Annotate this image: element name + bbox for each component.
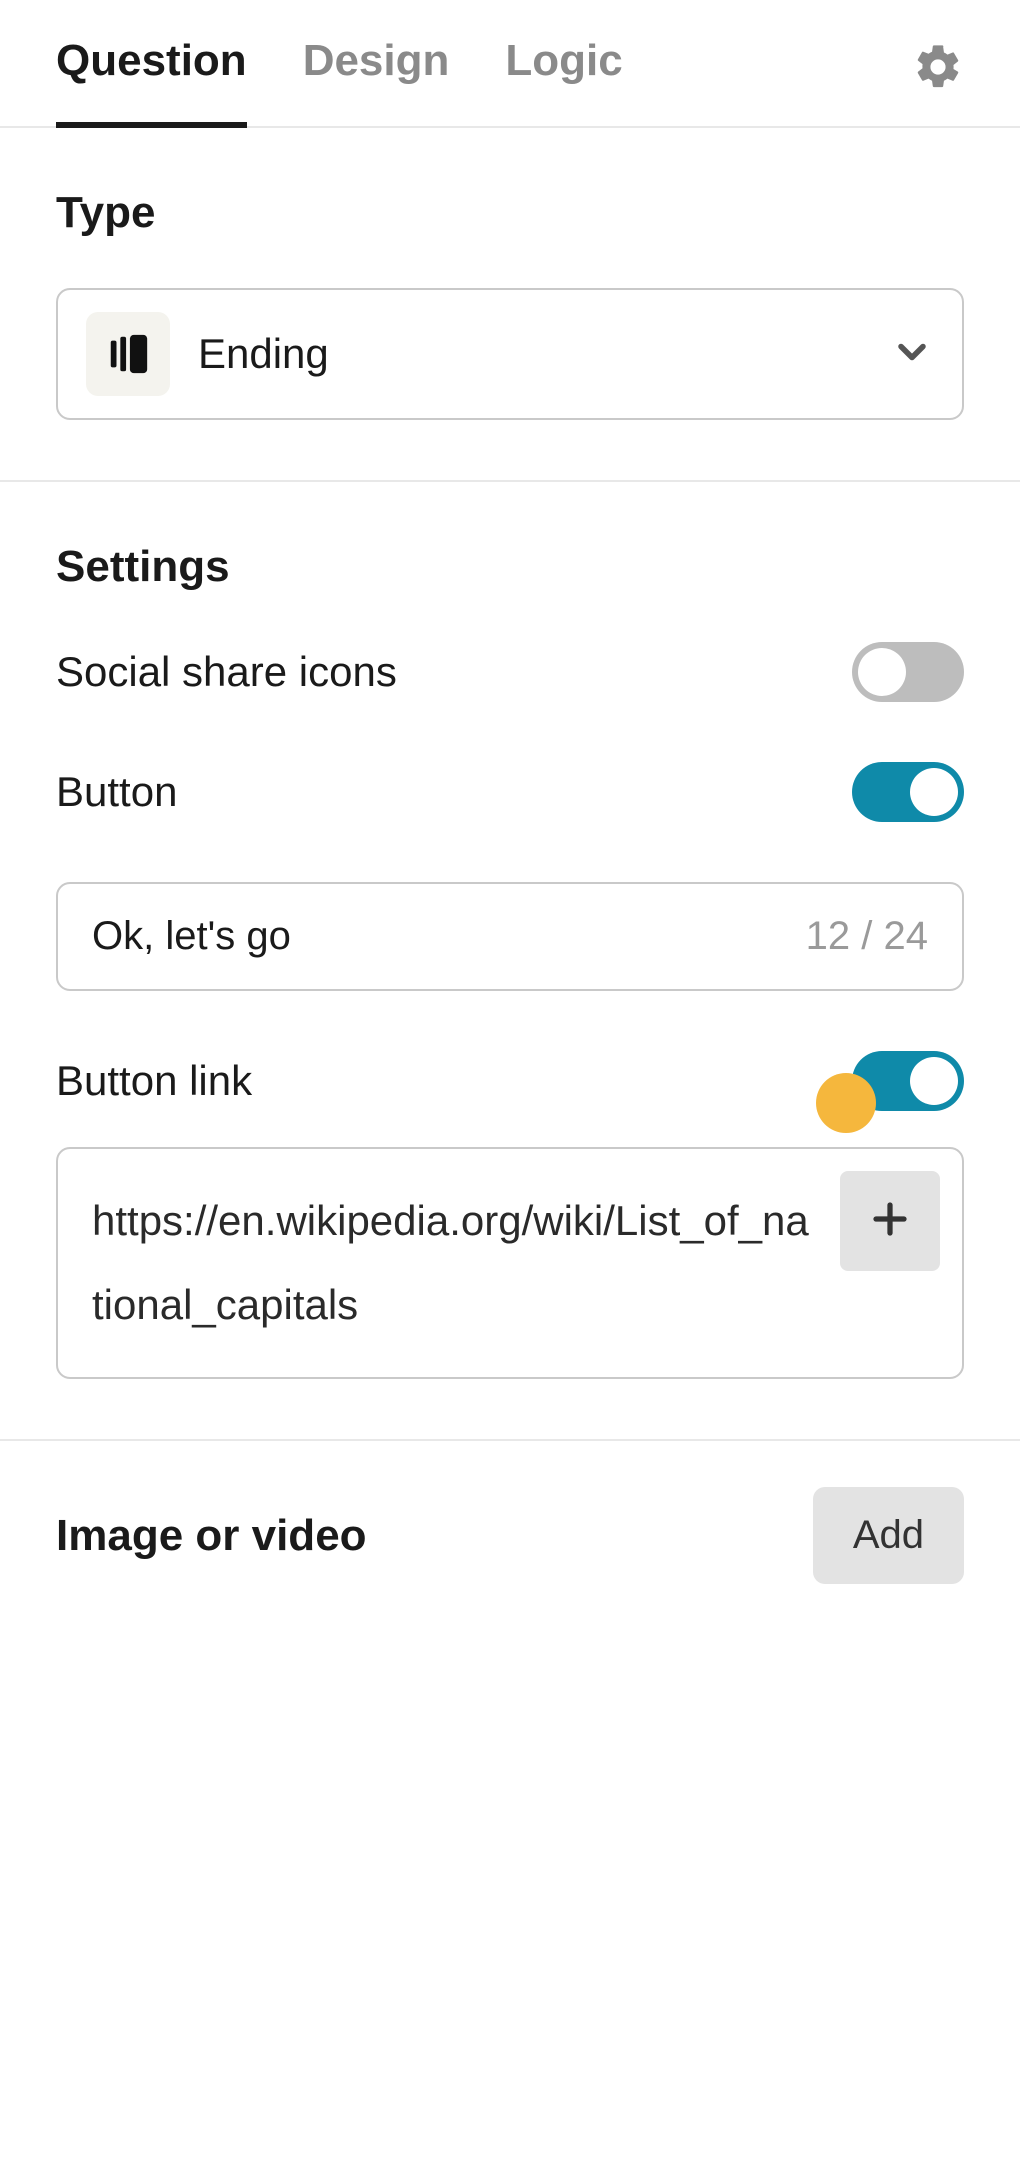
button-link-value[interactable]: https://en.wikipedia.org/wiki/List_of_na…: [92, 1179, 928, 1347]
button-text-char-count: 12 / 24: [786, 914, 928, 959]
tab-question[interactable]: Question: [56, 36, 247, 126]
button-toggle[interactable]: [852, 762, 964, 822]
button-text-input[interactable]: [92, 914, 786, 959]
plus-icon: [869, 1198, 911, 1245]
tab-design[interactable]: Design: [303, 36, 450, 126]
social-share-label: Social share icons: [56, 648, 397, 696]
ending-icon: [86, 312, 170, 396]
button-label: Button: [56, 768, 177, 816]
type-dropdown[interactable]: Ending: [56, 288, 964, 420]
button-link-field[interactable]: https://en.wikipedia.org/wiki/List_of_na…: [56, 1147, 964, 1379]
button-link-add[interactable]: [840, 1171, 940, 1271]
settings-gear-button[interactable]: [912, 41, 964, 121]
button-link-toggle[interactable]: [852, 1051, 964, 1111]
button-link-label: Button link: [56, 1057, 252, 1105]
tabs: Question Design Logic: [56, 36, 623, 126]
chevron-down-icon: [890, 330, 934, 379]
type-section-title: Type: [56, 188, 964, 238]
social-share-toggle[interactable]: [852, 642, 964, 702]
settings-section-title: Settings: [56, 542, 964, 592]
gear-icon: [912, 41, 964, 93]
media-section-title: Image or video: [56, 1511, 367, 1561]
button-text-field[interactable]: 12 / 24: [56, 882, 964, 991]
tab-logic[interactable]: Logic: [505, 36, 622, 126]
add-media-button[interactable]: Add: [813, 1487, 964, 1584]
type-selected-label: Ending: [198, 330, 329, 378]
